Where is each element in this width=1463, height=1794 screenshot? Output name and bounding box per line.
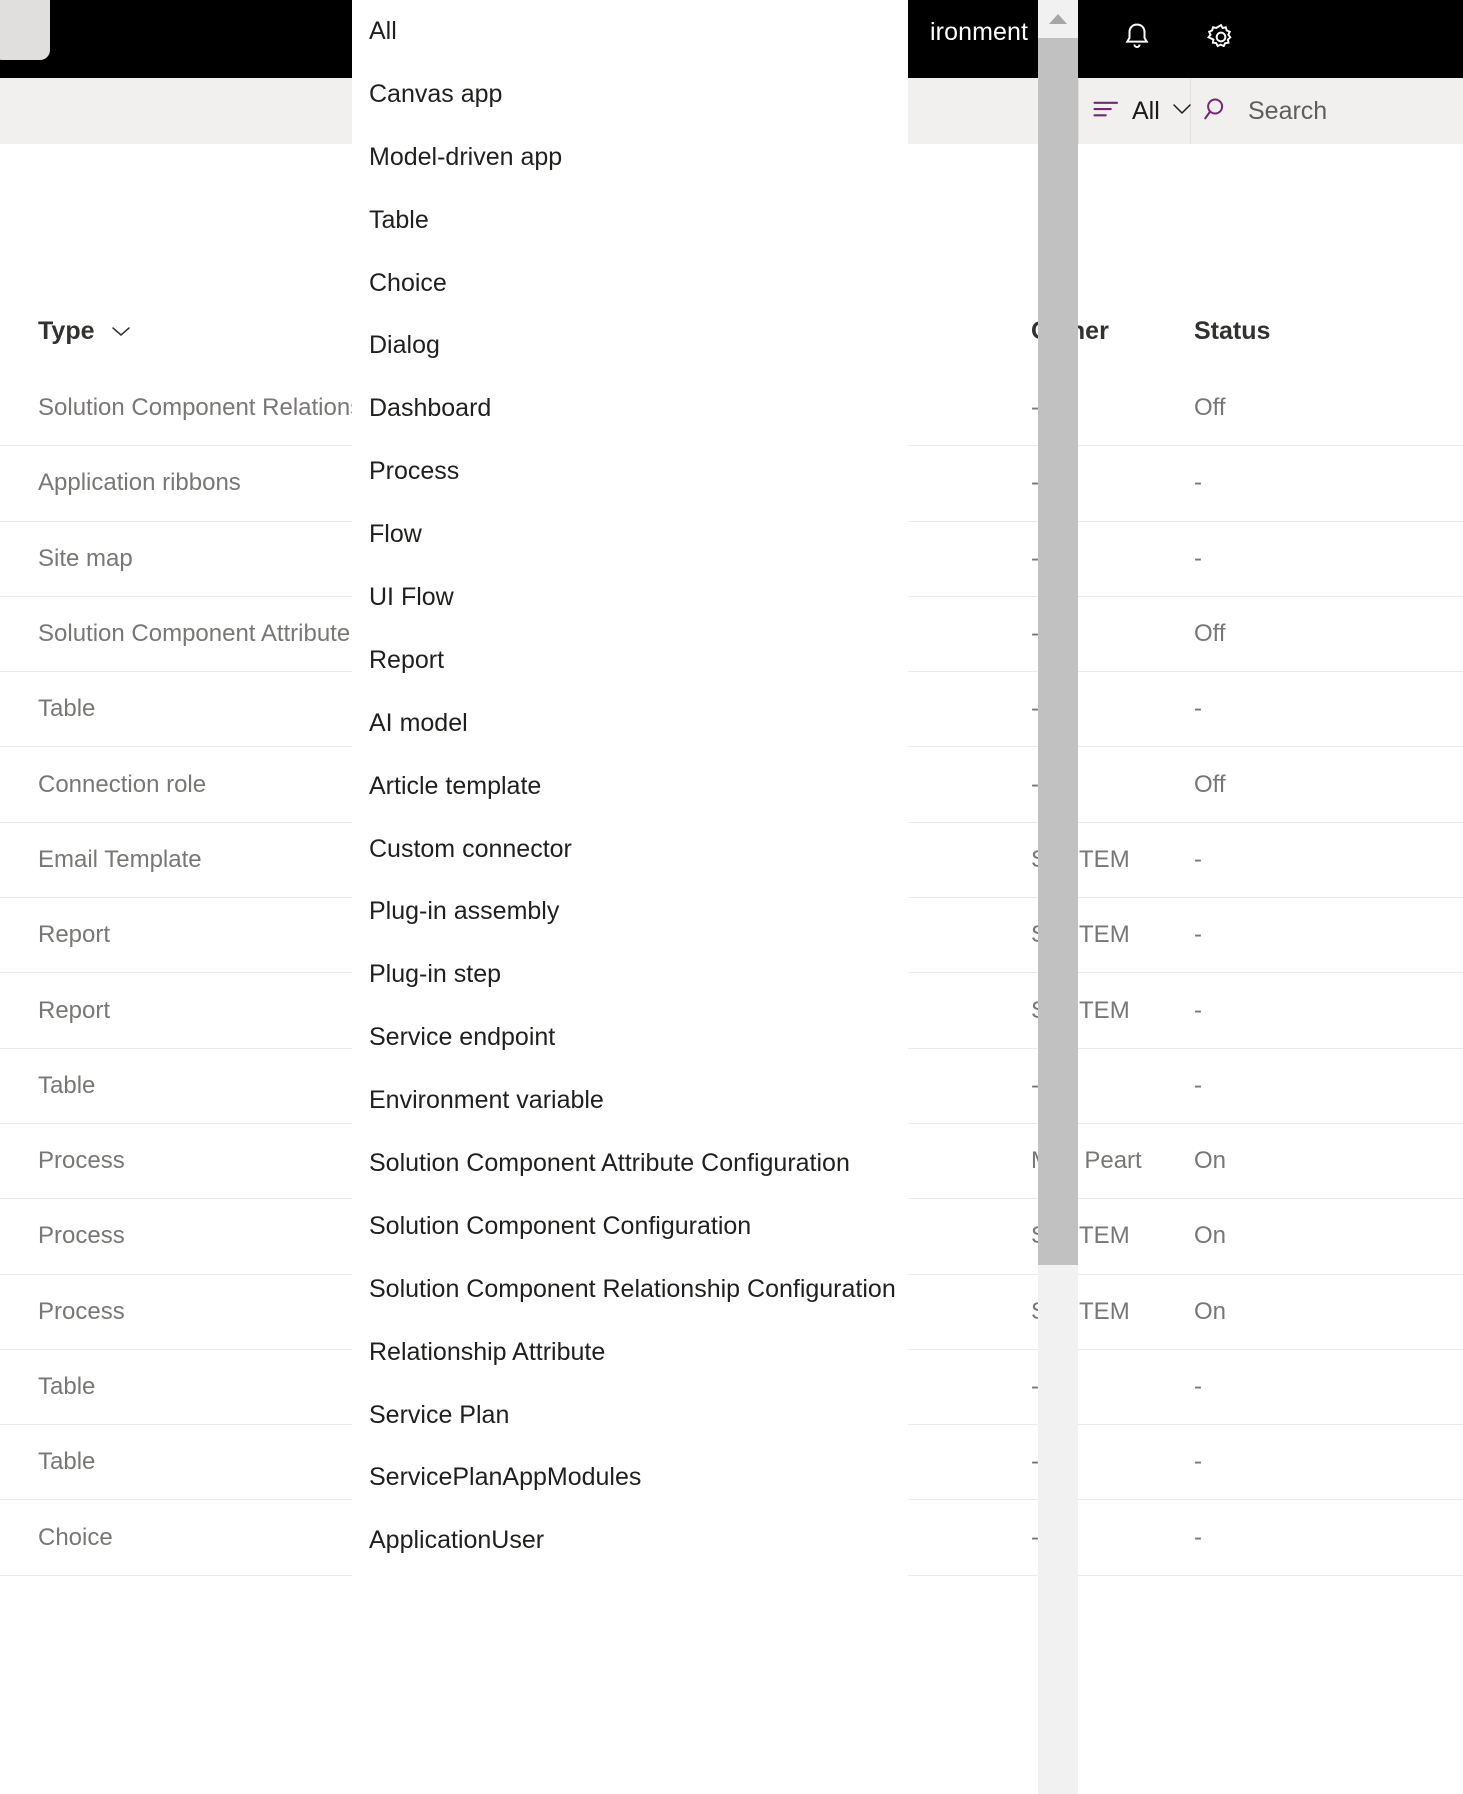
cell-status: - <box>1194 1373 1202 1401</box>
cell-type: Table <box>38 1373 95 1401</box>
dropdown-option[interactable]: Dashboard <box>352 377 908 440</box>
dropdown-scrollbar[interactable] <box>1038 0 1078 1794</box>
cell-type: Report <box>38 997 110 1025</box>
cell-type: Connection role <box>38 771 206 799</box>
dropdown-option[interactable]: Environment variable <box>352 1069 908 1132</box>
dropdown-option[interactable]: ApplicationUser <box>352 1509 908 1572</box>
dropdown-option[interactable]: ServicePlanAppModules <box>352 1446 908 1509</box>
dropdown-scrollbar-thumb[interactable] <box>1038 38 1078 1265</box>
cell-type: Solution Component Attribute Co <box>38 620 388 648</box>
notification-button[interactable] <box>1106 6 1168 68</box>
dropdown-option[interactable]: Model-driven app <box>352 126 908 189</box>
environment-label: ironment <box>930 18 1028 47</box>
dropdown-option[interactable]: Service endpoint <box>352 1006 908 1069</box>
dropdown-option[interactable]: All <box>352 0 908 63</box>
dropdown-option[interactable]: Solution Component Relationship Configur… <box>352 1258 908 1321</box>
filter-label: All <box>1132 97 1160 126</box>
dropdown-option[interactable]: Report <box>352 629 908 692</box>
dropdown-option[interactable]: Table <box>352 189 908 252</box>
column-header-type[interactable]: Type <box>38 317 133 346</box>
search-icon <box>1202 94 1232 129</box>
type-filter-option-list: AllCanvas appModel-driven appTableChoice… <box>352 0 908 1572</box>
dropdown-option[interactable]: Article template <box>352 755 908 818</box>
cell-type: Email Template <box>38 846 202 874</box>
cell-type: Site map <box>38 545 133 573</box>
browser-tab[interactable] <box>0 0 50 60</box>
cell-type: Process <box>38 1147 125 1175</box>
cell-type: Table <box>38 1072 95 1100</box>
dropdown-option[interactable]: Choice <box>352 252 908 315</box>
dropdown-option[interactable]: Solution Component Attribute Configurati… <box>352 1132 908 1195</box>
app-root: ironment <box>0 0 1463 1794</box>
filter-list-icon <box>1092 97 1122 126</box>
cell-status: On <box>1194 1222 1226 1250</box>
column-header-status[interactable]: Status <box>1194 317 1270 346</box>
dropdown-option[interactable]: UI Flow <box>352 566 908 629</box>
cell-status: - <box>1194 921 1202 949</box>
dropdown-option[interactable]: Service Plan <box>352 1384 908 1447</box>
cell-status: - <box>1194 997 1202 1025</box>
dropdown-option[interactable]: Solution Component Configuration <box>352 1195 908 1258</box>
cell-status: Off <box>1194 620 1226 648</box>
dropdown-option[interactable]: AI model <box>352 692 908 755</box>
cell-type: Process <box>38 1298 125 1326</box>
chevron-down-icon <box>109 317 133 346</box>
cell-type: Application ribbons <box>38 469 241 497</box>
cell-status: On <box>1194 1298 1226 1326</box>
filter-dropdown-button[interactable]: All <box>1078 78 1194 144</box>
cell-status: - <box>1194 1072 1202 1100</box>
cell-status: Off <box>1194 394 1226 422</box>
dropdown-option[interactable]: Plug-in step <box>352 943 908 1006</box>
settings-button[interactable] <box>1190 6 1252 68</box>
cell-status: - <box>1194 469 1202 497</box>
search-placeholder: Search <box>1248 97 1327 126</box>
dropdown-option[interactable]: Custom connector <box>352 818 908 881</box>
dropdown-option[interactable]: Relationship Attribute <box>352 1321 908 1384</box>
cell-type: Process <box>38 1222 125 1250</box>
column-header-type-label: Type <box>38 317 95 346</box>
cell-type: Table <box>38 1448 95 1476</box>
cell-type: Choice <box>38 1524 113 1552</box>
scroll-up-arrow-icon[interactable] <box>1038 0 1078 38</box>
cell-status: Off <box>1194 771 1226 799</box>
cell-status: - <box>1194 1524 1202 1552</box>
dropdown-option[interactable]: Canvas app <box>352 63 908 126</box>
dropdown-option[interactable]: Flow <box>352 503 908 566</box>
cell-status: - <box>1194 695 1202 723</box>
dropdown-option[interactable]: Dialog <box>352 314 908 377</box>
dropdown-option[interactable]: Process <box>352 440 908 503</box>
cell-status: - <box>1194 1448 1202 1476</box>
bell-icon <box>1120 20 1154 54</box>
cell-status: On <box>1194 1147 1226 1175</box>
cell-status: - <box>1194 545 1202 573</box>
type-filter-dropdown: AllCanvas appModel-driven appTableChoice… <box>352 0 908 1794</box>
cell-status: - <box>1194 846 1202 874</box>
gear-icon <box>1203 19 1239 55</box>
cell-type: Report <box>38 921 110 949</box>
cell-type: Solution Component Relationship <box>38 394 394 422</box>
search-box[interactable]: Search <box>1190 78 1327 144</box>
cell-type: Table <box>38 695 95 723</box>
dropdown-option[interactable]: Plug-in assembly <box>352 880 908 943</box>
